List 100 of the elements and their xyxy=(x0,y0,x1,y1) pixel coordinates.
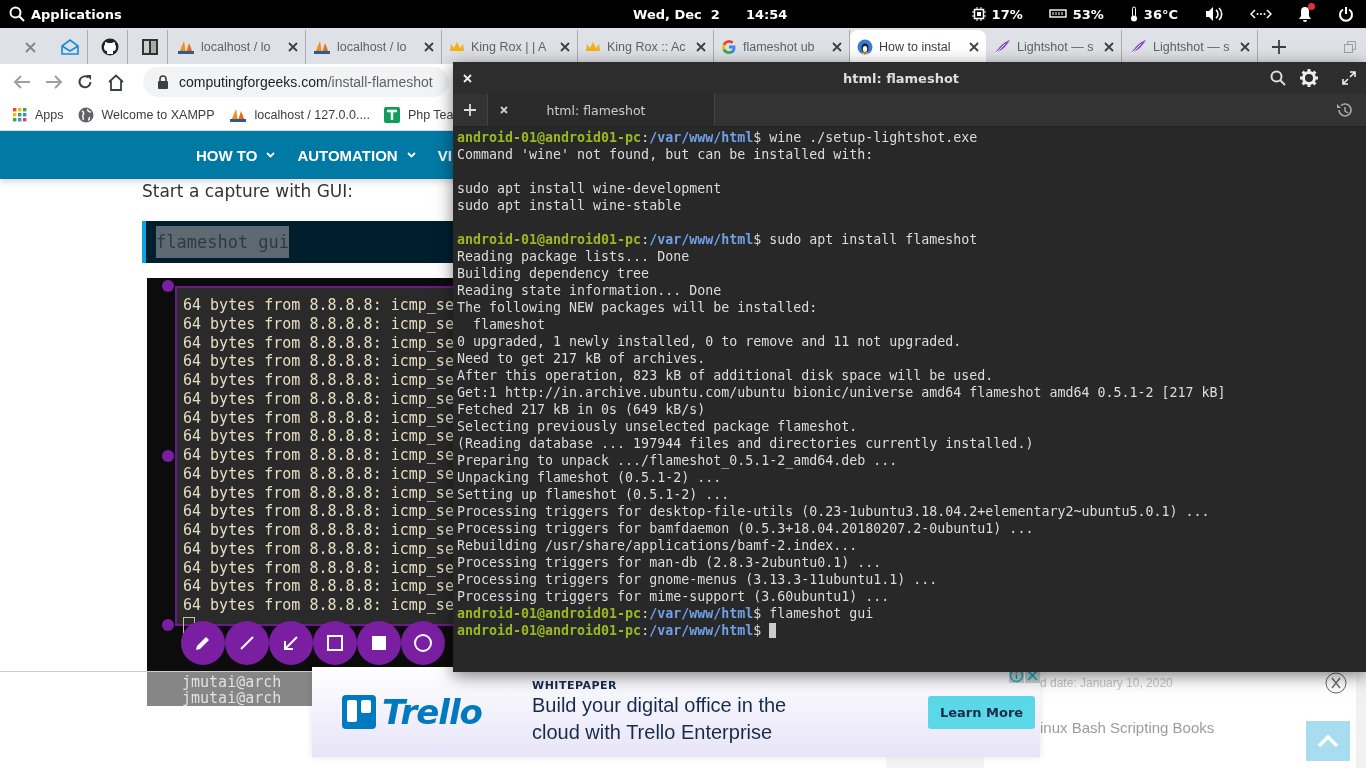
terminal-line: Selecting previously unselected package flameshot. xyxy=(457,419,858,434)
terminal-line: After this operation, 823 kB of additional disk space will be used. xyxy=(457,368,994,383)
learn-more-button[interactable]: Learn More xyxy=(928,695,1036,729)
tab-title: localhost / lo xyxy=(337,40,408,54)
power-icon[interactable] xyxy=(1338,6,1354,22)
chip-icon[interactable] xyxy=(971,7,986,21)
terminal-line: 64 bytes from 8.8.8.8: icmp_se xyxy=(183,464,454,484)
tool-button[interactable] xyxy=(313,621,357,665)
terminal-line: 64 bytes from 8.8.8.8: icmp_se xyxy=(183,352,454,371)
bookmark[interactable]: Welcome to XAMPP xyxy=(77,107,215,123)
chevron-down-icon xyxy=(266,152,276,158)
terminal-line: Processing triggers for man-db (2.8.3-2ubuntu0.1) ... xyxy=(457,555,882,570)
crown-icon xyxy=(449,41,465,53)
terminal-line: The following NEW packages will be installed: xyxy=(457,300,818,315)
terminal-tab[interactable]: html: flameshot xyxy=(487,94,715,126)
globe-icon xyxy=(77,107,94,123)
circle-icon xyxy=(413,633,433,653)
terminal-line: Setting up flameshot (0.5.1-2) ... xyxy=(457,487,730,502)
close-icon[interactable] xyxy=(1240,42,1250,52)
terminal-line: Unpacking flameshot (0.5.1-2) ... xyxy=(457,470,722,485)
tool-button[interactable] xyxy=(401,621,445,665)
date-label: Wed, Dec 2 xyxy=(633,6,720,22)
terminal-line: flameshot xyxy=(472,317,546,332)
bookmark[interactable]: localhost / 127.0.0.... xyxy=(228,107,370,123)
ad-eyebrow: WHITEPAPER xyxy=(532,678,619,692)
terminal-line: 64 bytes from 8.8.8.8: icmp_se xyxy=(183,558,454,578)
terminal-line: 64 bytes from 8.8.8.8: icmp_se xyxy=(183,502,454,521)
article-link[interactable]: inux Bash Scripting Books xyxy=(1040,718,1215,768)
search-icon xyxy=(9,6,25,22)
terminal-line: 64 bytes from 8.8.8.8: icmp_se xyxy=(183,371,454,390)
close-icon[interactable] xyxy=(969,42,979,52)
apps-grid-icon xyxy=(13,108,27,122)
github-icon[interactable] xyxy=(100,38,119,56)
bookmark[interactable]: Apps xyxy=(13,108,64,122)
terminal-line: Fetched 217 kB in 0s (649 kB/s) xyxy=(457,402,706,417)
address-field[interactable]: computingforgeeks.com/install-flameshot xyxy=(143,67,449,97)
close-icon[interactable] xyxy=(832,42,842,52)
close-icon[interactable] xyxy=(696,42,706,52)
search-icon xyxy=(1270,70,1286,86)
nav-menu-item[interactable]: HOW TO xyxy=(196,131,276,179)
terminal-line: android-01@android01-pc:/var/www/html$ wine ./setup-lightshot.exe xyxy=(457,130,978,145)
nav-menu-item[interactable]: AUTOMATION xyxy=(297,131,416,179)
close-icon[interactable] xyxy=(560,42,570,52)
maximize-icon[interactable] xyxy=(1342,71,1356,85)
terminal-line: 0 upgraded, 1 newly installed, 0 to remove and 11 not upgraded. xyxy=(457,334,962,349)
terminal-line: 64 bytes from 8.8.8.8: icmp_se xyxy=(183,577,454,596)
terminal-line: Need to get 217 kB of archives. xyxy=(457,351,706,366)
network-icon[interactable] xyxy=(1250,9,1272,19)
tab-title: King Rox | | A xyxy=(471,40,548,54)
selection-handle[interactable] xyxy=(162,280,174,292)
terminal-line: Processing triggers for bamfdaemon (0.5.3+18.04.20180207.2-0ubuntu1) ... xyxy=(457,521,1034,536)
selection-handle[interactable] xyxy=(162,619,174,631)
reload-icon[interactable] xyxy=(77,74,93,90)
back-arrow-icon[interactable] xyxy=(13,74,31,90)
nav-menu-item[interactable]: VI xyxy=(437,131,452,179)
close-icon[interactable] xyxy=(288,42,298,52)
mail-icon[interactable] xyxy=(60,39,79,55)
ad-headline: Build your digital office in the cloud with Trello Enterprise xyxy=(532,692,788,745)
terminal-line: Rebuilding /usr/share/applications/bamf-2.index... xyxy=(457,538,858,553)
plus-icon[interactable] xyxy=(1272,40,1286,54)
tool-button[interactable] xyxy=(181,621,225,665)
history-icon[interactable] xyxy=(1336,102,1352,118)
sail-icon xyxy=(228,107,247,123)
tab-title: Lightshot — s xyxy=(1017,40,1095,54)
selection-handle[interactable] xyxy=(162,450,174,462)
bell-icon[interactable] xyxy=(1298,6,1312,22)
feather-icon xyxy=(1129,39,1147,55)
close-icon[interactable] xyxy=(1325,672,1347,694)
volume-icon[interactable] xyxy=(1204,6,1224,22)
image-icon[interactable] xyxy=(141,39,158,55)
close-icon[interactable] xyxy=(1104,42,1114,52)
brand-logo: Trello xyxy=(382,692,482,732)
terminal-line: 64 bytes from 8.8.8.8: icmp_se xyxy=(183,314,454,334)
terminal-line: Building dependency tree xyxy=(457,266,650,281)
terminal-line: 64 bytes from 8.8.8.8: icmp_se xyxy=(183,521,454,540)
paragraph: Start a capture with GUI: xyxy=(142,181,354,203)
browser-tab[interactable]: How to instal xyxy=(850,30,986,64)
terminal-line: 64 bytes from 8.8.8.8: icmp_se xyxy=(183,408,454,428)
indicator-value: 36°C xyxy=(1143,6,1178,22)
terminal-line: 64 bytes from 8.8.8.8: icmp_se xyxy=(183,389,454,409)
terminal-line: jmutai@arch xyxy=(182,690,282,706)
terminal-line: 64 bytes from 8.8.8.8: icmp_se xyxy=(183,333,454,353)
sail-icon xyxy=(313,39,331,55)
home-icon[interactable] xyxy=(107,73,125,91)
terminal-line: 64 bytes from 8.8.8.8: icmp_se xyxy=(183,539,454,559)
settings-icon[interactable] xyxy=(1300,69,1318,87)
terminal-line: 64 bytes from 8.8.8.8: icmp_se xyxy=(183,427,454,446)
terminal-line: 64 bytes from 8.8.8.8: icmp_se xyxy=(183,483,454,503)
sheet-icon xyxy=(383,107,400,123)
memory-icon[interactable] xyxy=(1048,9,1067,19)
terminal-line: 64 bytes from 8.8.8.8: icmp_se xyxy=(183,296,454,315)
forward-arrow-icon[interactable] xyxy=(45,74,63,90)
lock-icon xyxy=(157,75,169,89)
bookmark[interactable]: Php Tea xyxy=(383,107,454,123)
applications-menu[interactable]: Applications xyxy=(31,6,122,22)
close-icon[interactable] xyxy=(424,42,434,52)
tool-button[interactable] xyxy=(269,621,313,665)
thermometer-icon[interactable] xyxy=(1129,6,1138,22)
tool-button[interactable] xyxy=(357,621,401,665)
terminal-line: Preparing to unpack .../flameshot_0.5.1-2_amd64.deb ... xyxy=(457,453,898,468)
